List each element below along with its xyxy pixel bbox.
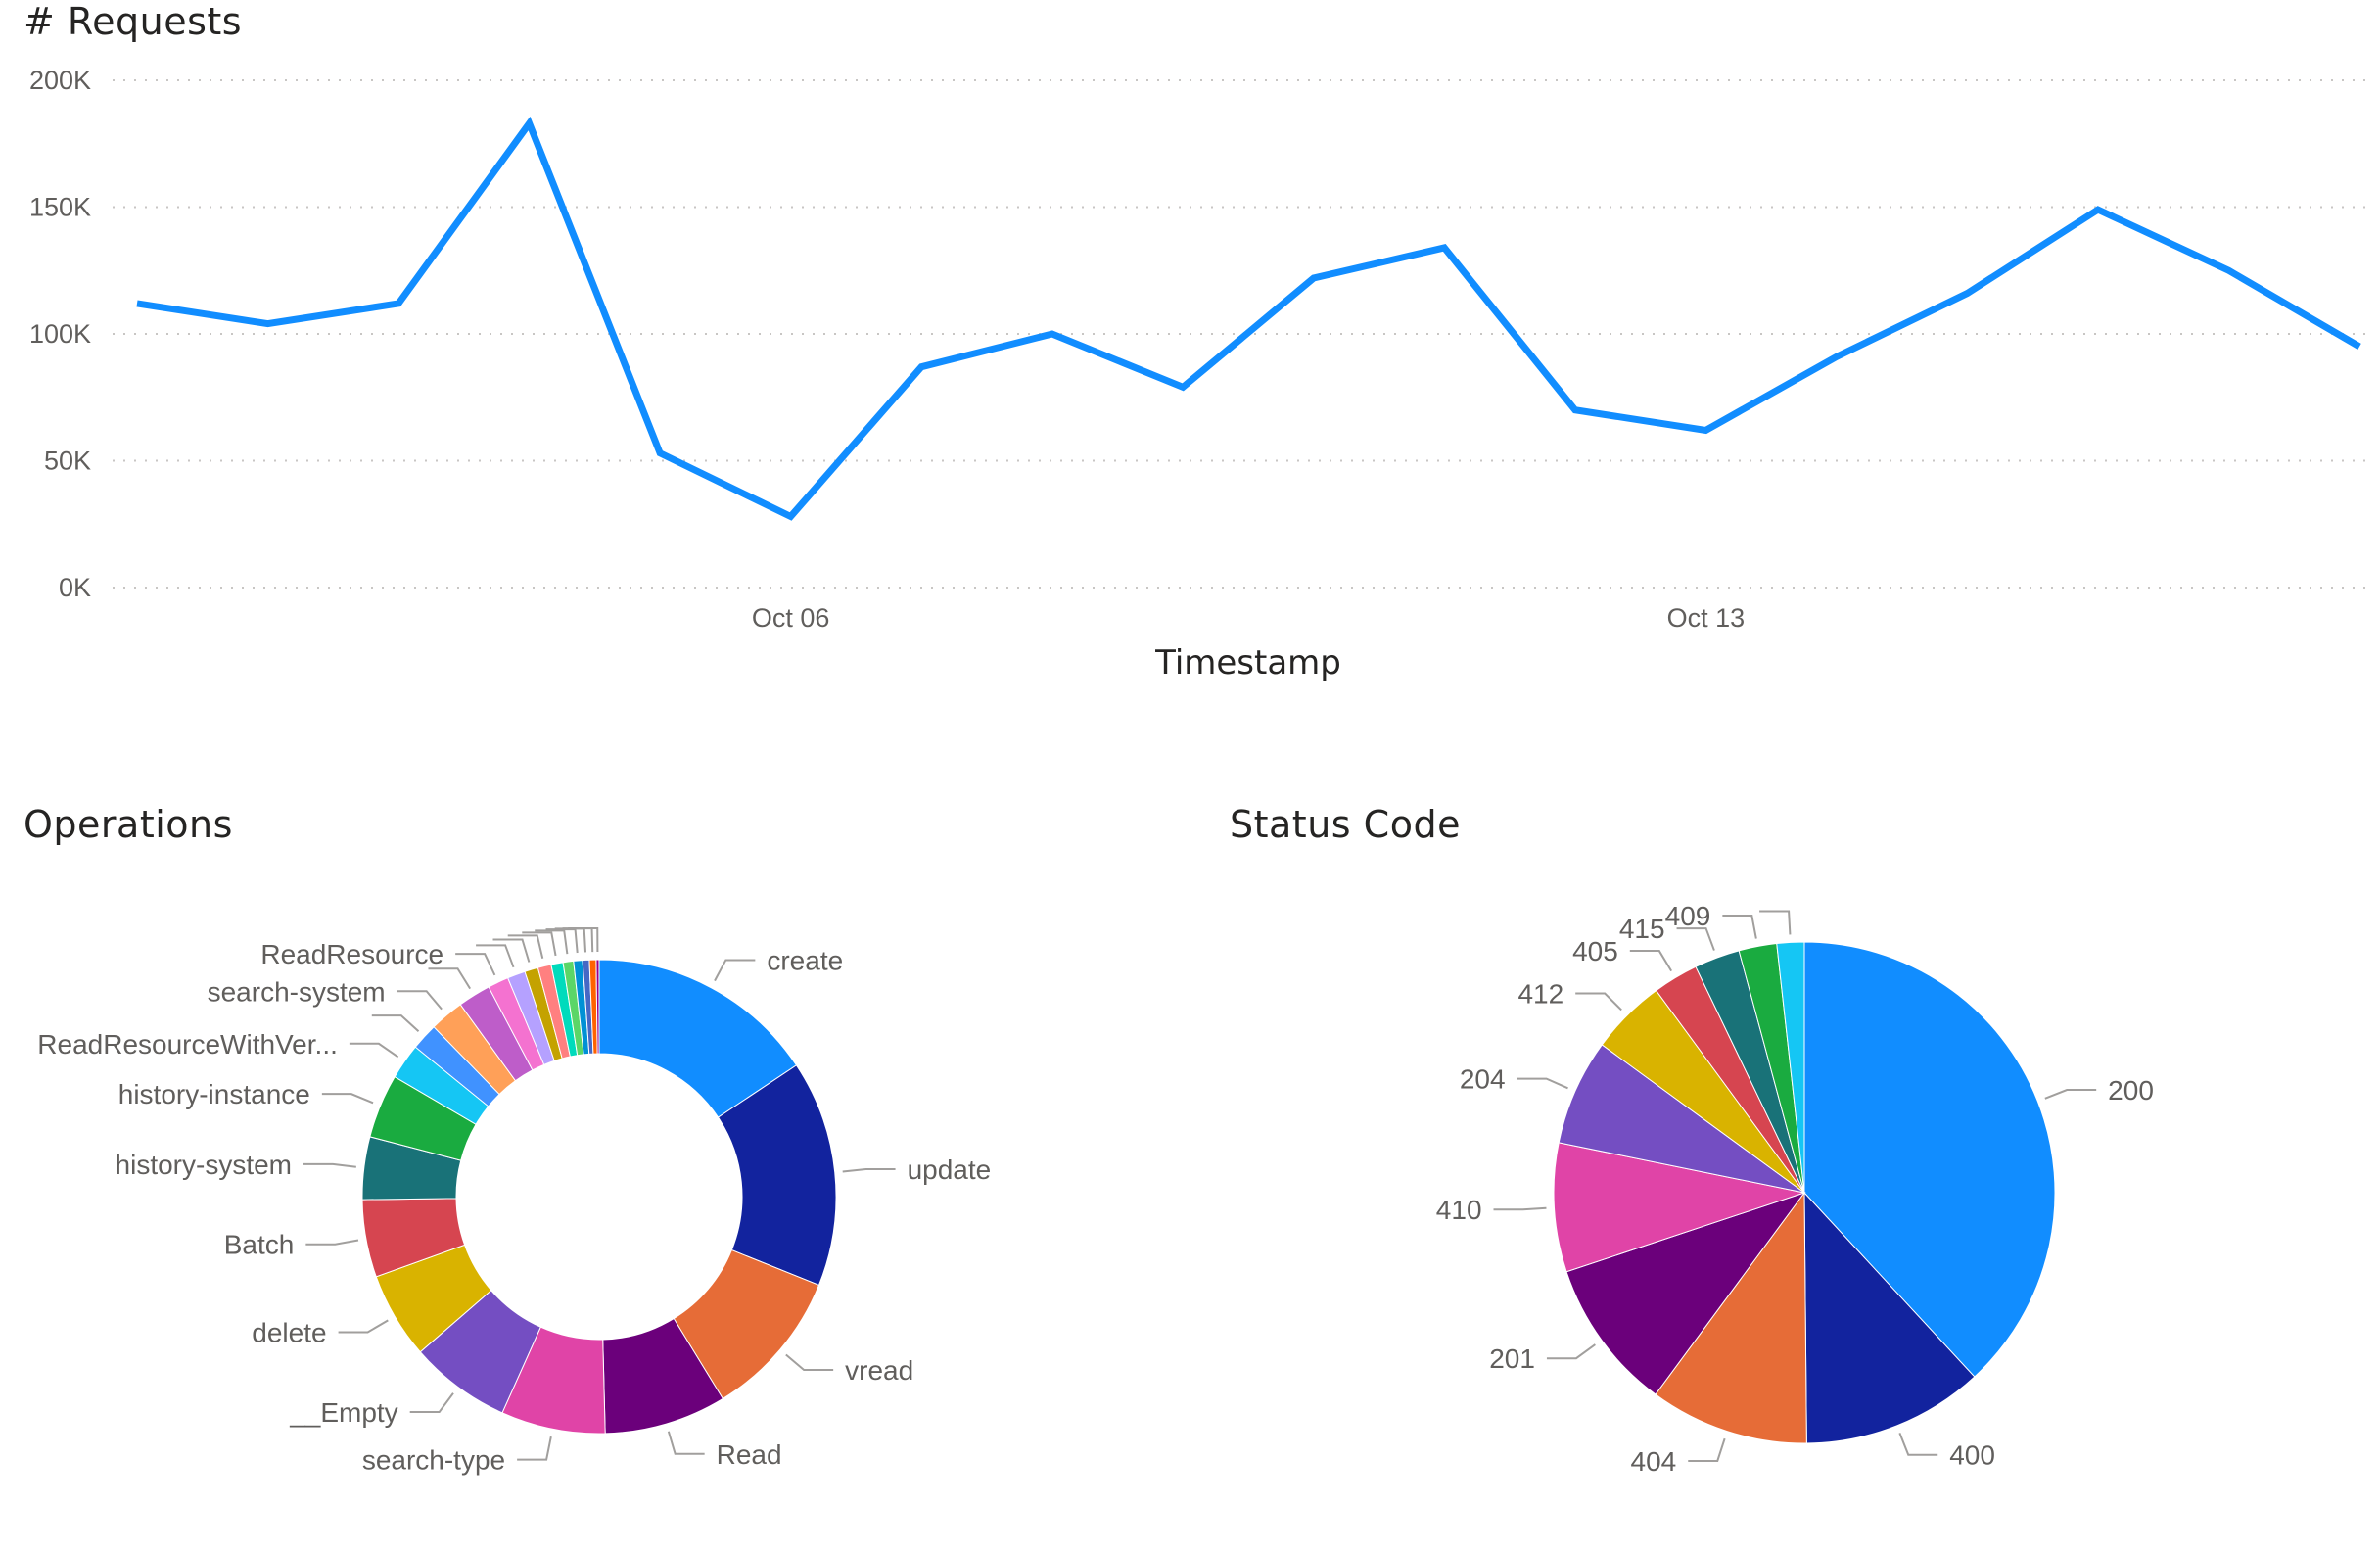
leader-line [1759, 910, 1792, 935]
leader-line [338, 1319, 389, 1334]
x-axis-ticks: Oct 06 Oct 13 [752, 603, 1745, 633]
requests-data-point[interactable] [1308, 272, 1320, 284]
status-code-pie-visual[interactable]: Status Code 200 400 404 201 410 204 412 405 415 4… [1204, 783, 2380, 1554]
x-axis-title: Timestamp [1154, 643, 1341, 683]
slice-label: history-system [116, 1150, 292, 1180]
leader-line [321, 1093, 374, 1105]
slice-label: search-type [362, 1445, 505, 1476]
leader-line [1629, 950, 1673, 972]
x-tick-label: Oct 06 [752, 603, 830, 633]
leader-line [1688, 1437, 1726, 1462]
leader-line [1898, 1433, 1938, 1456]
requests-data-point[interactable] [2092, 204, 2104, 215]
leader-line [409, 1392, 454, 1414]
requests-data-point[interactable] [1177, 381, 1189, 393]
leader-line [305, 1239, 359, 1246]
donut-slices-group [361, 959, 837, 1435]
requests-line-visual[interactable]: # Requests 0K 50K 100K 150K 200K Oct 06 Oct 1… [0, 0, 2380, 705]
requests-data-point[interactable] [1438, 242, 1450, 254]
slice-label: ReadResource [260, 939, 443, 969]
y-tick-label: 150K [29, 193, 91, 222]
slice-label: 400 [1949, 1440, 1995, 1471]
leader-line [1517, 1077, 1568, 1090]
leader-line [1722, 915, 1757, 939]
requests-data-point[interactable] [393, 298, 404, 309]
slice-label: 405 [1572, 936, 1618, 966]
requests-data-point[interactable] [654, 447, 666, 459]
leader-line [303, 1162, 356, 1168]
requests-data-point[interactable] [785, 510, 797, 522]
slice-label: 415 [1619, 914, 1665, 944]
leader-line [1493, 1206, 1547, 1211]
requests-data-point[interactable] [1831, 351, 1843, 362]
slice-label: __Empty [289, 1397, 398, 1428]
slice-label: create [767, 945, 843, 975]
y-axis-ticks: 0K 50K 100K 150K 200K [29, 66, 91, 602]
leader-line [842, 1168, 896, 1173]
leader-line [714, 959, 756, 982]
y-tick-label: 100K [29, 319, 91, 349]
slice-label: 201 [1489, 1343, 1535, 1374]
requests-data-point[interactable] [131, 298, 143, 309]
slice-label: 200 [2108, 1075, 2154, 1106]
leader-line [349, 1042, 399, 1059]
status-code-pie-chart[interactable]: 200 400 404 201 410 204 412 405415 409 [1204, 783, 2380, 1554]
requests-data-point[interactable] [915, 361, 927, 373]
requests-data-point[interactable] [1961, 288, 1973, 300]
leader-line [1676, 927, 1715, 951]
y-tick-label: 200K [29, 66, 91, 95]
slice-label: 410 [1436, 1195, 1482, 1225]
requests-series-line[interactable] [136, 116, 2361, 521]
requests-data-point[interactable] [524, 118, 536, 129]
slice-label: 412 [1517, 979, 1563, 1010]
requests-data-point[interactable] [1569, 404, 1581, 416]
slice-label: update [908, 1154, 992, 1185]
requests-data-point[interactable] [2354, 341, 2365, 353]
slice-label: Batch [224, 1230, 295, 1260]
operations-donut-chart[interactable]: create update vread Read search-type __Empty d… [0, 783, 1204, 1554]
pie-slices-group [1553, 941, 2056, 1444]
leader-line [667, 1431, 705, 1455]
slice-label: vread [845, 1355, 913, 1386]
requests-data-point[interactable] [1700, 424, 1711, 436]
leader-line [397, 990, 443, 1011]
requests-data-point[interactable] [262, 318, 274, 330]
slice-label: ReadResourceWithVer... [37, 1029, 338, 1060]
operations-donut-visual[interactable]: Operations create update vread Read search-t… [0, 783, 1204, 1554]
leader-line [517, 1436, 552, 1461]
leader-line [2044, 1089, 2097, 1100]
requests-data-point[interactable] [2222, 264, 2234, 276]
slice-label: 409 [1665, 901, 1711, 931]
leader-line [554, 927, 587, 953]
slice-label: 204 [1460, 1064, 1506, 1095]
leader-line [1546, 1343, 1596, 1360]
leader-line [785, 1353, 834, 1372]
slice-label: Read [717, 1439, 782, 1470]
y-tick-label: 0K [59, 573, 91, 602]
leader-line [476, 944, 515, 968]
slice-label: delete [252, 1318, 326, 1348]
slice-label: 404 [1631, 1446, 1677, 1477]
slice-label: search-system [208, 976, 386, 1007]
requests-data-point[interactable] [1047, 328, 1058, 340]
x-tick-label: Oct 13 [1667, 603, 1746, 633]
leader-line [1575, 992, 1622, 1012]
leader-line [428, 967, 472, 990]
slice-label: history-instance [118, 1079, 310, 1109]
leader-line [371, 1014, 420, 1033]
leader-line [455, 953, 496, 976]
y-tick-label: 50K [44, 447, 91, 476]
requests-line-chart[interactable]: 0K 50K 100K 150K 200K Oct 06 Oct 13 Timestamp [0, 0, 2380, 705]
